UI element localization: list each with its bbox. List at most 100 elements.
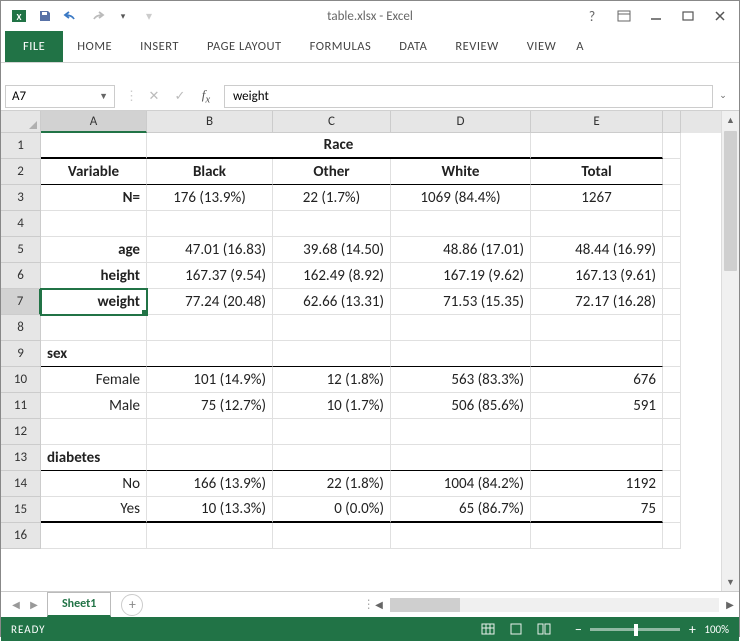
select-all-corner[interactable] — [1, 111, 41, 133]
cell[interactable]: 167.37 (9.54) — [147, 263, 273, 289]
row-header-13[interactable]: 13 — [1, 445, 41, 471]
cell[interactable] — [663, 445, 681, 471]
maximize-button[interactable] — [675, 6, 701, 26]
tab-file[interactable]: FILE — [5, 31, 63, 62]
cell[interactable] — [663, 367, 681, 393]
zoom-level[interactable]: 100% — [704, 623, 729, 636]
scroll-up-icon[interactable]: ▲ — [722, 111, 739, 129]
cell[interactable] — [531, 445, 663, 471]
cell[interactable]: White — [391, 159, 531, 185]
cell[interactable]: 10 (13.3%) — [147, 497, 273, 523]
cell[interactable] — [391, 523, 531, 549]
cell[interactable] — [147, 523, 273, 549]
row-header-14[interactable]: 14 — [1, 471, 41, 497]
hscroll-track[interactable] — [390, 598, 719, 612]
cell[interactable]: 72.17 (16.28) — [531, 289, 663, 315]
column-header-blank[interactable] — [663, 111, 681, 133]
cell[interactable]: weight — [41, 289, 147, 315]
zoom-knob[interactable] — [634, 624, 638, 636]
cell[interactable]: 22 (1.8%) — [273, 471, 391, 497]
cell[interactable] — [663, 211, 681, 237]
cell[interactable]: 75 (12.7%) — [147, 393, 273, 419]
insert-function-button[interactable]: fx — [196, 87, 216, 106]
close-button[interactable] — [707, 6, 733, 26]
new-sheet-button[interactable]: + — [121, 594, 143, 616]
row-header-2[interactable]: 2 — [1, 159, 41, 185]
cell[interactable] — [41, 133, 147, 159]
vertical-scrollbar[interactable]: ▲ ▼ — [721, 111, 739, 591]
view-page-break-icon[interactable] — [534, 621, 554, 637]
cells-area[interactable]: RaceVariableBlackOtherWhiteTotalN=176 (1… — [41, 133, 721, 549]
cell[interactable]: 39.68 (14.50) — [273, 237, 391, 263]
cell[interactable]: 591 — [531, 393, 663, 419]
row-header-12[interactable]: 12 — [1, 419, 41, 445]
cell[interactable] — [663, 159, 681, 185]
row-header-16[interactable]: 16 — [1, 523, 41, 549]
cell[interactable]: 62.66 (13.31) — [273, 289, 391, 315]
row-header-1[interactable]: 1 — [1, 133, 41, 159]
cell[interactable]: 676 — [531, 367, 663, 393]
cell[interactable]: Female — [41, 367, 147, 393]
cell[interactable] — [663, 133, 681, 159]
cell[interactable] — [531, 133, 663, 159]
cell[interactable]: 75 — [531, 497, 663, 523]
sheet-nav-prev[interactable]: ◀ — [7, 598, 25, 611]
cell[interactable]: 1192 — [531, 471, 663, 497]
row-header-7[interactable]: 7 — [1, 289, 41, 315]
cell[interactable] — [273, 445, 391, 471]
zoom-slider[interactable] — [590, 628, 680, 631]
column-header-B[interactable]: B — [147, 111, 273, 133]
cell[interactable] — [663, 523, 681, 549]
cell[interactable] — [273, 341, 391, 367]
row-header-11[interactable]: 11 — [1, 393, 41, 419]
cell[interactable]: 176 (13.9%) — [147, 185, 273, 211]
cell[interactable] — [147, 341, 273, 367]
cell[interactable] — [531, 341, 663, 367]
cell[interactable]: 563 (83.3%) — [391, 367, 531, 393]
row-header-10[interactable]: 10 — [1, 367, 41, 393]
cell[interactable]: Other — [273, 159, 391, 185]
cell[interactable] — [273, 419, 391, 445]
cell[interactable] — [147, 211, 273, 237]
cell[interactable] — [147, 315, 273, 341]
enter-formula-button[interactable]: ✓ — [170, 89, 190, 104]
cell[interactable] — [663, 341, 681, 367]
cell[interactable] — [663, 315, 681, 341]
tab-addin[interactable]: A — [570, 31, 590, 62]
cell[interactable] — [41, 315, 147, 341]
cell[interactable] — [663, 419, 681, 445]
column-header-D[interactable]: D — [391, 111, 531, 133]
undo-button[interactable] — [59, 4, 83, 28]
row-header-8[interactable]: 8 — [1, 315, 41, 341]
name-box-dropdown-icon[interactable]: ▼ — [99, 91, 108, 102]
cell[interactable]: diabetes — [41, 445, 147, 471]
cell[interactable] — [663, 237, 681, 263]
cell[interactable] — [663, 289, 681, 315]
cell[interactable] — [531, 211, 663, 237]
cell[interactable] — [663, 471, 681, 497]
cell[interactable]: Male — [41, 393, 147, 419]
cell[interactable]: 47.01 (16.83) — [147, 237, 273, 263]
cell[interactable] — [531, 419, 663, 445]
cell[interactable]: sex — [41, 341, 147, 367]
cell[interactable]: No — [41, 471, 147, 497]
cell[interactable]: height — [41, 263, 147, 289]
tab-formulas[interactable]: FORMULAS — [296, 31, 386, 62]
cell[interactable]: 65 (86.7%) — [391, 497, 531, 523]
cell[interactable] — [531, 523, 663, 549]
cell[interactable] — [663, 393, 681, 419]
ribbon-display-button[interactable] — [611, 6, 637, 26]
cell[interactable] — [273, 315, 391, 341]
row-header-9[interactable]: 9 — [1, 341, 41, 367]
cell[interactable]: 167.13 (9.61) — [531, 263, 663, 289]
cell[interactable] — [391, 315, 531, 341]
cell[interactable]: age — [41, 237, 147, 263]
hscroll-right-icon[interactable]: ▶ — [721, 598, 739, 611]
cell[interactable] — [663, 263, 681, 289]
cell[interactable] — [273, 523, 391, 549]
help-button[interactable]: ? — [579, 6, 605, 26]
formula-bar-expand-icon[interactable]: ⌄ — [715, 90, 731, 101]
cell[interactable]: 48.86 (17.01) — [391, 237, 531, 263]
cell[interactable] — [663, 497, 681, 523]
cell[interactable]: 167.19 (9.62) — [391, 263, 531, 289]
